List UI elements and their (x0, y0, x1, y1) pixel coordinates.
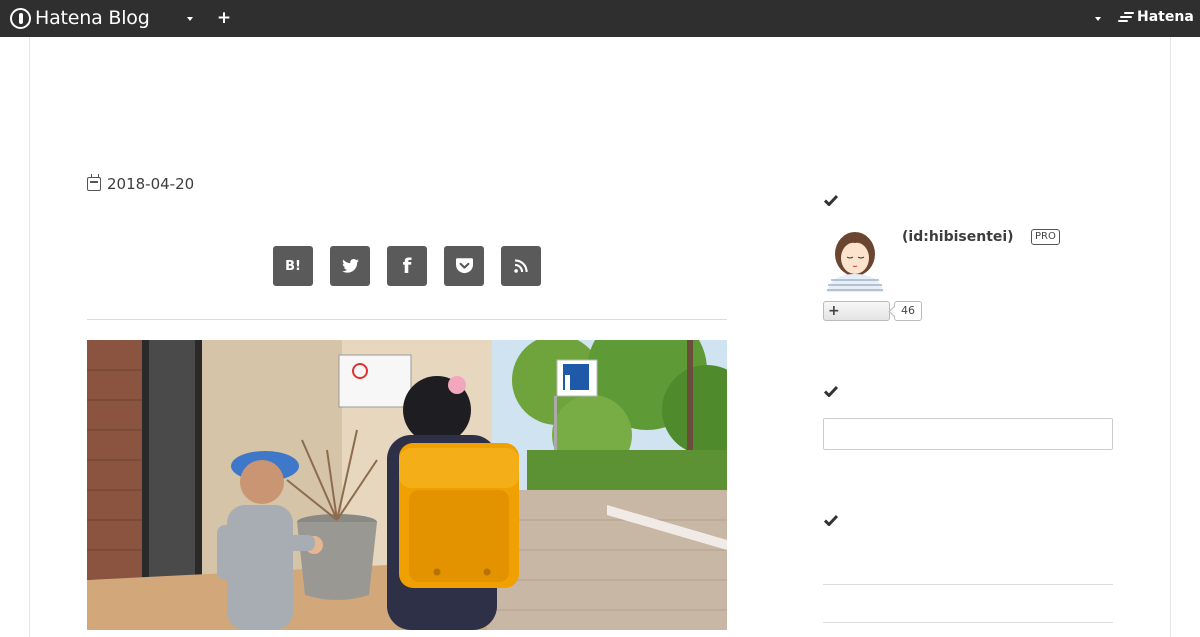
hatena-logo-text: Hatena (1137, 9, 1194, 25)
pocket-icon (455, 258, 473, 274)
search-input[interactable] (823, 418, 1113, 450)
hatena-blog-logo-icon (10, 7, 31, 29)
avatar[interactable] (823, 228, 887, 292)
plus-icon: + (828, 303, 840, 319)
check-icon (824, 194, 838, 206)
twitter-share-button[interactable] (330, 246, 370, 286)
entry-photo (87, 340, 727, 630)
follow-button[interactable]: + (823, 301, 890, 321)
hatena-link[interactable]: Hatena (1118, 9, 1194, 25)
pro-badge: PRO (1031, 229, 1060, 245)
brand-link[interactable]: Hatena Blog (10, 6, 150, 30)
hatena-bookmark-share-button[interactable]: B! (273, 246, 313, 286)
global-header: Hatena Blog + Hatena (0, 0, 1200, 37)
chevron-down-icon[interactable] (187, 17, 193, 21)
hatena-logo-icon (1118, 11, 1134, 23)
follower-count: 46 (894, 301, 922, 321)
chevron-down-icon[interactable] (1095, 17, 1101, 21)
entry-date[interactable]: 2018-04-20 (87, 174, 195, 193)
rss-icon (514, 259, 528, 273)
pocket-share-button[interactable] (444, 246, 484, 286)
check-icon (824, 385, 838, 397)
divider (87, 319, 727, 320)
profile-user-id[interactable]: (id:hibisentei) (902, 229, 1014, 245)
facebook-share-button[interactable]: f (387, 246, 427, 286)
calendar-icon (87, 174, 101, 191)
sidebar-divider (823, 622, 1113, 623)
rss-feed-button[interactable] (501, 246, 541, 286)
brand-title: Hatena Blog (35, 7, 150, 29)
hatena-bookmark-icon: B! (285, 258, 301, 274)
check-icon (824, 514, 838, 526)
sidebar-divider (823, 584, 1113, 585)
entry-date-text: 2018-04-20 (107, 175, 195, 193)
twitter-icon (341, 259, 359, 273)
plus-icon[interactable]: + (216, 8, 232, 28)
facebook-icon: f (402, 254, 412, 278)
